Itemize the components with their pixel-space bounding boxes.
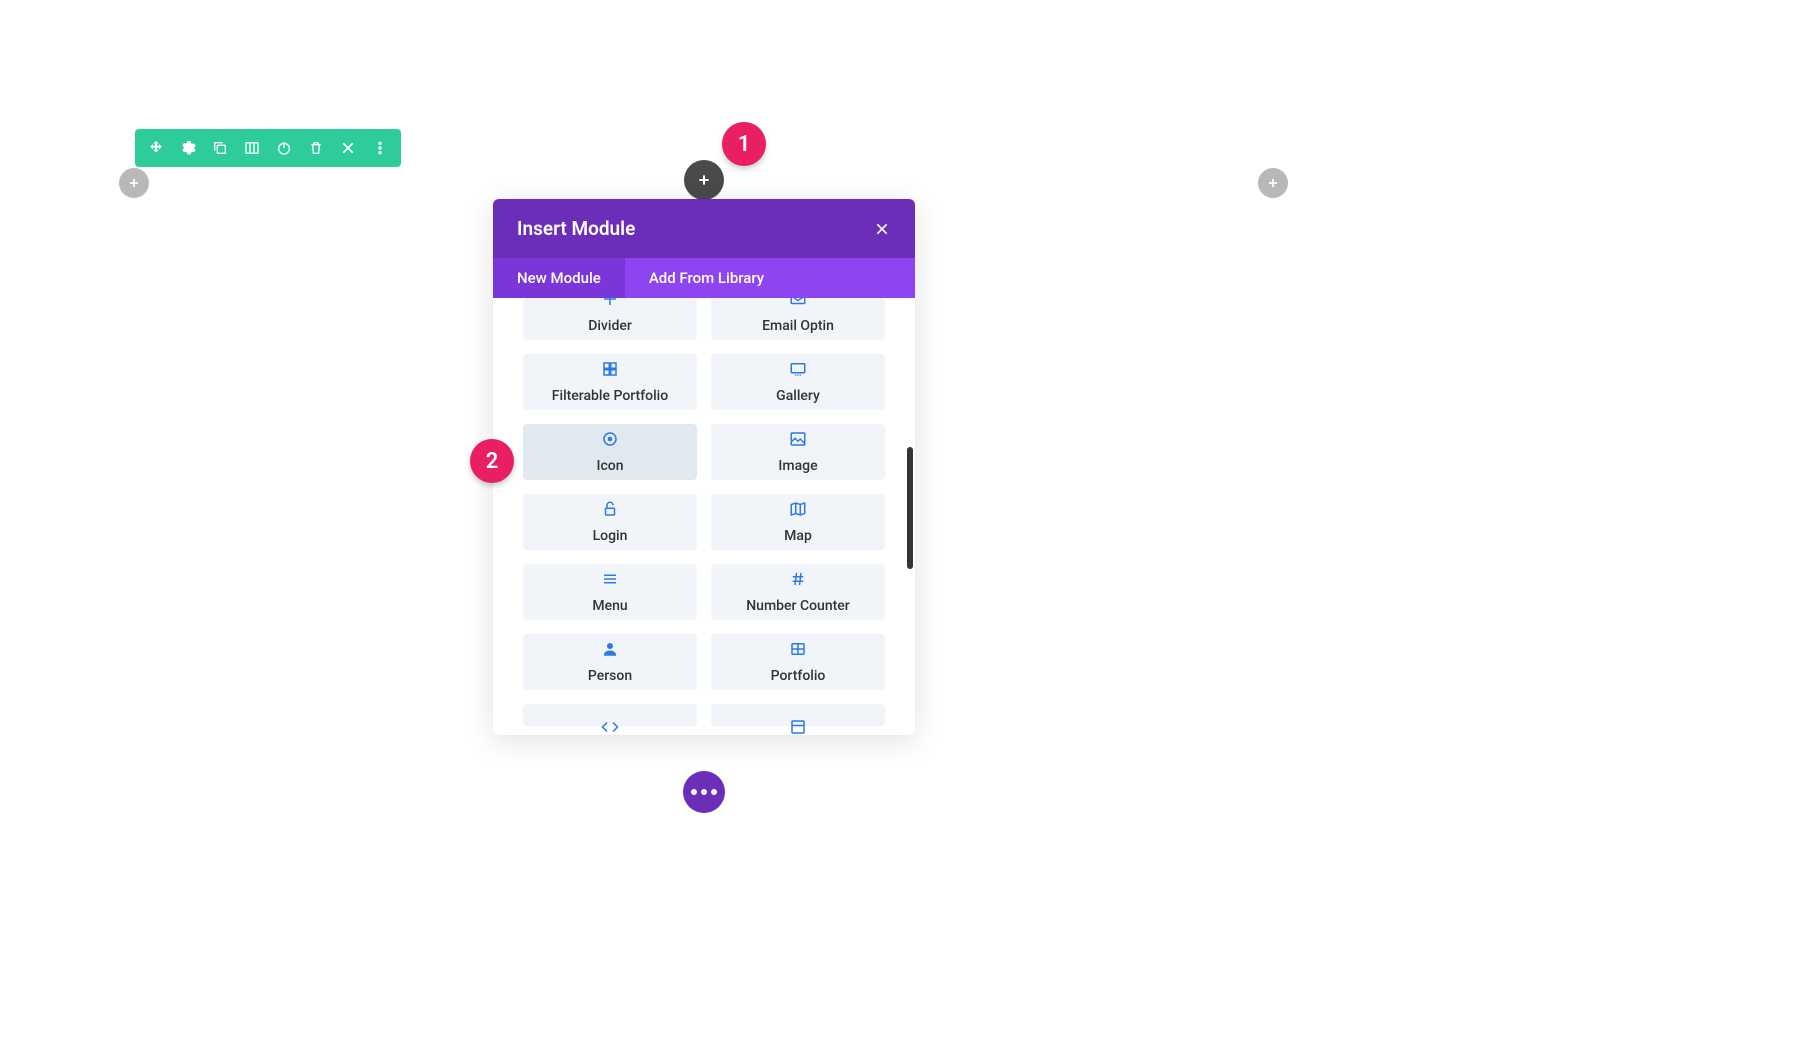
add-column-left-button[interactable] (119, 168, 149, 198)
duplicate-icon[interactable] (211, 139, 229, 157)
close-icon[interactable] (339, 139, 357, 157)
module-person[interactable]: Person (523, 634, 697, 690)
module-email-optin[interactable]: Email Optin (711, 298, 885, 340)
module-login[interactable]: Login (523, 494, 697, 550)
modal-close-button[interactable] (873, 220, 891, 238)
module-icon[interactable]: Icon (523, 424, 697, 480)
modal-tabs: New Module Add From Library (493, 258, 915, 298)
module-label: Icon (596, 458, 623, 474)
hash-icon (789, 570, 807, 592)
module-label: Number Counter (746, 598, 849, 614)
person-icon (601, 640, 619, 662)
module-label: Map (784, 528, 812, 544)
scrollbar-thumb[interactable] (907, 447, 913, 569)
module-label: Divider (588, 318, 632, 334)
grid-icon (601, 360, 619, 382)
add-column-right-button[interactable] (1258, 168, 1288, 198)
module-grid[interactable]: Divider Email Optin Filterable Portfolio… (493, 298, 915, 735)
module-divider[interactable]: Divider (523, 298, 697, 340)
module-gallery[interactable]: Gallery (711, 354, 885, 410)
row-toolbar (135, 129, 401, 167)
module-label: Login (593, 528, 628, 544)
trash-icon[interactable] (307, 139, 325, 157)
map-icon (789, 500, 807, 522)
module-label: Gallery (776, 388, 820, 404)
module-label: Person (588, 668, 632, 684)
image-icon (789, 430, 807, 452)
annotation-badge-1: 1 (722, 122, 766, 166)
module-filterable-portfolio[interactable]: Filterable Portfolio (523, 354, 697, 410)
email-icon (789, 298, 807, 312)
module-label: Email Optin (762, 318, 834, 334)
insert-module-modal: Insert Module New Module Add From Librar… (493, 199, 915, 735)
table-icon (789, 640, 807, 662)
module-label: Portfolio (771, 668, 826, 684)
columns-icon[interactable] (243, 139, 261, 157)
module-grid-wrap: Divider Email Optin Filterable Portfolio… (493, 298, 915, 735)
modal-title: Insert Module (517, 217, 635, 240)
power-icon[interactable] (275, 139, 293, 157)
tab-add-from-library[interactable]: Add From Library (625, 258, 788, 298)
divider-icon (601, 298, 619, 312)
menu-icon (601, 570, 619, 592)
lock-icon (601, 500, 619, 522)
module-map[interactable]: Map (711, 494, 885, 550)
code-icon (601, 718, 619, 735)
module-partial-next-left[interactable] (523, 704, 697, 726)
module-label: Menu (592, 598, 627, 614)
module-portfolio[interactable]: Portfolio (711, 634, 885, 690)
move-icon[interactable] (147, 139, 165, 157)
module-label: Image (778, 458, 817, 474)
gallery-icon (789, 360, 807, 382)
module-menu[interactable]: Menu (523, 564, 697, 620)
modal-header: Insert Module (493, 199, 915, 258)
page-actions-button[interactable] (683, 771, 725, 813)
add-module-button[interactable] (684, 160, 724, 200)
target-icon (601, 430, 619, 452)
gear-icon[interactable] (179, 139, 197, 157)
more-icon[interactable] (371, 139, 389, 157)
module-label: Filterable Portfolio (552, 388, 668, 404)
module-number-counter[interactable]: Number Counter (711, 564, 885, 620)
layout-icon (789, 718, 807, 735)
annotation-badge-2: 2 (470, 439, 514, 483)
module-image[interactable]: Image (711, 424, 885, 480)
tab-new-module[interactable]: New Module (493, 258, 625, 298)
module-partial-next-right[interactable] (711, 704, 885, 726)
